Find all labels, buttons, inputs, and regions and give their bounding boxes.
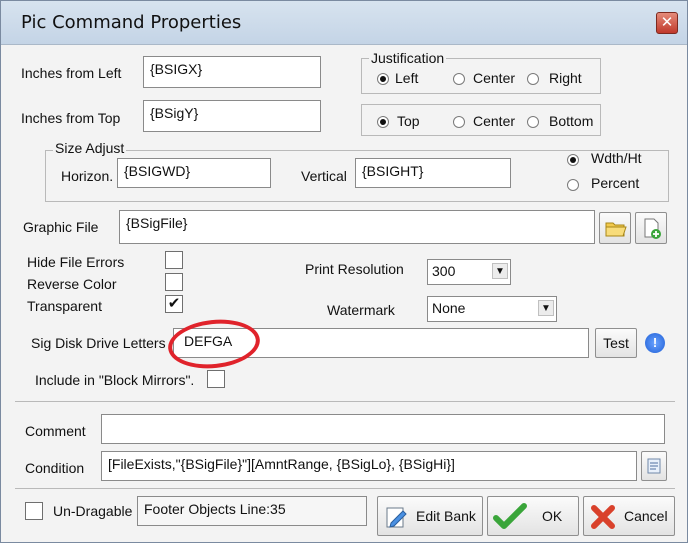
size-adjust-group-label: Size Adjust [53, 140, 127, 156]
radio-justify-center-label: Center [473, 70, 516, 86]
chevron-down-icon: ▼ [492, 263, 508, 279]
radio-justify-bottom[interactable] [527, 116, 539, 128]
vertical-label: Vertical [301, 168, 347, 184]
vertical-input[interactable]: {BSIGHT} [355, 158, 511, 188]
list-icon [647, 458, 661, 474]
ok-label: OK [542, 508, 563, 524]
chevron-down-icon: ▼ [538, 300, 554, 316]
radio-size-wdth-ht-label: Wdth/Ht [591, 150, 642, 166]
radio-justify-left-label: Left [395, 70, 419, 86]
reverse-color-label: Reverse Color [27, 276, 117, 292]
folder-icon [605, 222, 627, 237]
edit-bank-label: Edit Bank [416, 508, 476, 524]
watermark-select[interactable]: None ▼ [427, 296, 557, 322]
cancel-label: Cancel [624, 508, 668, 524]
footer-separator [15, 488, 675, 489]
radio-justify-right-label: Right [549, 70, 582, 86]
graphic-file-label: Graphic File [23, 219, 99, 235]
new-file-button[interactable] [635, 212, 667, 244]
test-button[interactable]: Test [595, 328, 637, 358]
undragable-label: Un-Dragable [53, 503, 133, 519]
separator [15, 401, 675, 402]
watermark-label: Watermark [327, 302, 395, 318]
radio-size-wdth-ht[interactable] [567, 154, 579, 166]
pic-command-properties-dialog: Pic Command Properties ✕ Inches from Lef… [0, 0, 688, 543]
radio-size-percent[interactable] [567, 179, 579, 191]
radio-justify-right[interactable] [527, 73, 539, 85]
new-document-icon [644, 218, 661, 239]
dialog-body: Inches from Left {BSIGX} Inches from Top… [1, 46, 687, 543]
horizon-label: Horizon. [61, 168, 114, 184]
inches-from-top-label: Inches from Top [21, 110, 121, 126]
sig-disk-drive-letters-label: Sig Disk Drive Letters [31, 335, 166, 351]
print-resolution-value: 300 [432, 263, 456, 279]
block-mirrors-label: Include in "Block Mirrors". [35, 372, 195, 388]
radio-justify-vcenter[interactable] [453, 116, 465, 128]
condition-input[interactable]: [FileExists,"{BSigFile}"][AmntRange, {BS… [101, 451, 637, 481]
radio-justify-left[interactable] [377, 73, 389, 85]
comment-label: Comment [25, 423, 86, 439]
radio-justify-vcenter-label: Center [473, 113, 516, 129]
graphic-file-input[interactable]: {BSigFile} [119, 210, 595, 244]
info-icon[interactable]: ! [645, 333, 665, 353]
hide-file-errors-label: Hide File Errors [27, 254, 125, 270]
cancel-x-icon [591, 505, 615, 529]
print-resolution-label: Print Resolution [305, 261, 404, 277]
condition-editor-button[interactable] [641, 451, 667, 481]
browse-folder-button[interactable] [599, 212, 631, 244]
radio-justify-top-label: Top [397, 113, 420, 129]
radio-justify-bottom-label: Bottom [549, 113, 594, 129]
watermark-value: None [432, 300, 466, 316]
undragable-checkbox[interactable] [25, 502, 43, 520]
reverse-color-checkbox[interactable] [165, 273, 183, 291]
checkmark-icon [493, 503, 527, 529]
inches-from-left-input[interactable]: {BSIGX} [143, 56, 321, 88]
print-resolution-select[interactable]: 300 ▼ [427, 259, 511, 285]
transparent-checkbox[interactable]: ✔ [165, 295, 183, 313]
block-mirrors-checkbox[interactable] [207, 370, 225, 388]
transparent-label: Transparent [27, 298, 102, 314]
radio-justify-top[interactable] [377, 116, 389, 128]
inches-from-top-input[interactable]: {BSigY} [143, 100, 321, 132]
edit-pencil-icon [386, 507, 407, 528]
cancel-button[interactable]: Cancel [583, 496, 675, 536]
edit-bank-button[interactable]: Edit Bank [377, 496, 483, 536]
justification-group-label: Justification [369, 50, 447, 66]
radio-justify-center[interactable] [453, 73, 465, 85]
comment-input[interactable] [101, 414, 665, 444]
radio-size-percent-label: Percent [591, 175, 640, 191]
window-title: Pic Command Properties [21, 12, 242, 33]
condition-label: Condition [25, 460, 85, 476]
red-highlight-circle [165, 315, 263, 373]
horizon-input[interactable]: {BSIGWD} [117, 158, 271, 188]
ok-button[interactable]: OK [487, 496, 579, 536]
hide-file-errors-checkbox[interactable] [165, 251, 183, 269]
inches-from-left-label: Inches from Left [21, 65, 122, 81]
title-bar[interactable]: Pic Command Properties ✕ [1, 1, 687, 45]
status-line: Footer Objects Line:35 [137, 496, 367, 526]
close-button[interactable]: ✕ [656, 12, 678, 34]
